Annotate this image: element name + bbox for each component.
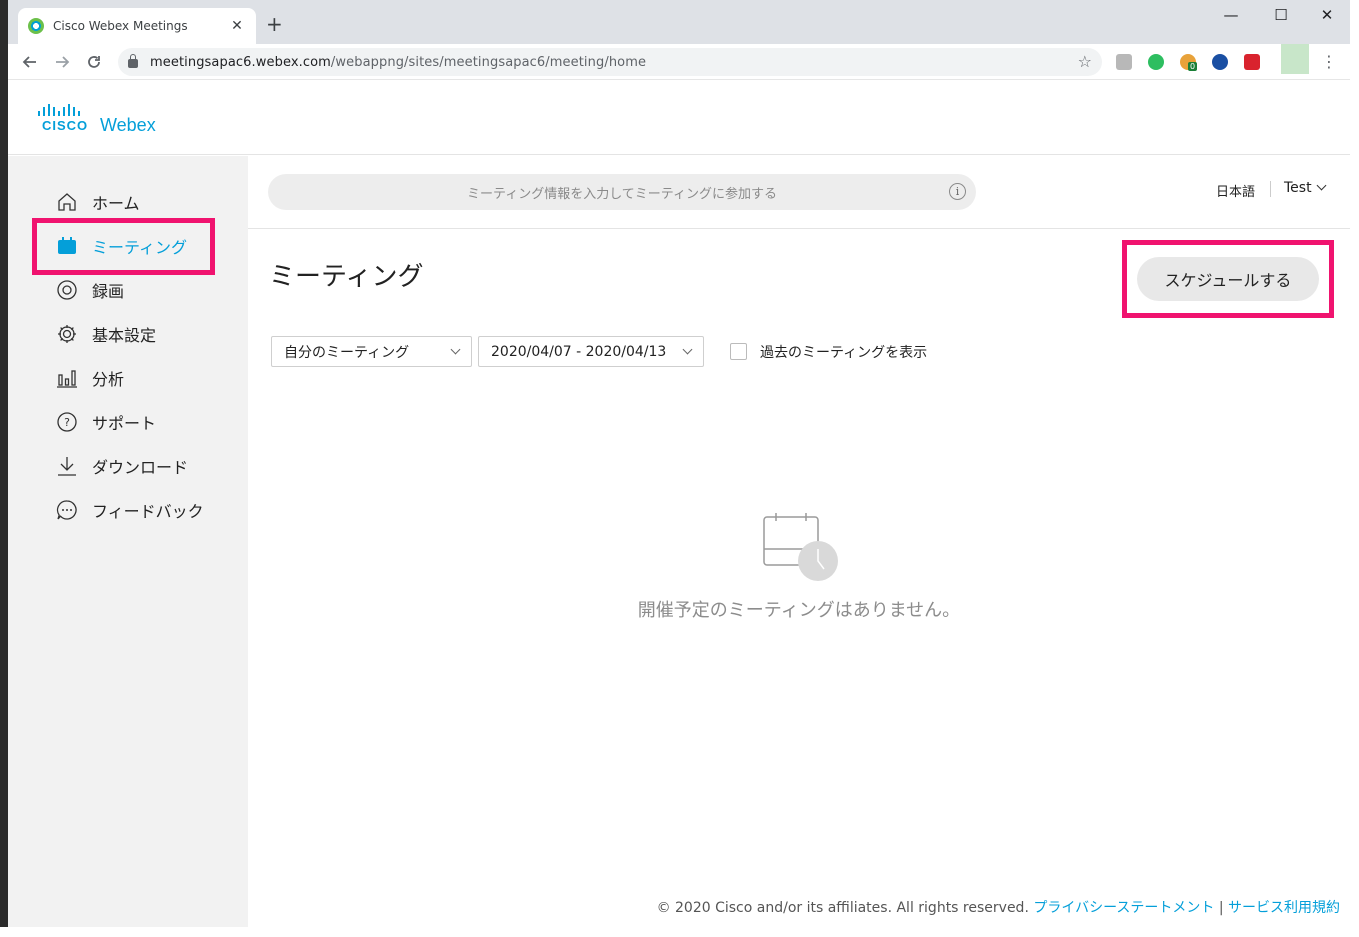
extension-badge-icon[interactable]: 0 (1180, 54, 1198, 71)
header-separator (1270, 181, 1271, 197)
sidebar-item-label: ダウンロード (92, 458, 189, 477)
sidebar-item-label: サポート (92, 414, 157, 433)
feedback-icon (56, 499, 78, 521)
footer-separator: | (1218, 900, 1224, 916)
webex-favicon-icon (28, 18, 44, 34)
cisco-logo-text: CISCO (42, 118, 89, 133)
sidebar: ホーム ミーティング 録画 基本設定 分析 ? サポート ダウンロード フィード… (8, 156, 248, 927)
browser-window: Cisco Webex Meetings ✕ + — ☐ ✕ meetingsa… (8, 0, 1350, 927)
arrow-left-icon (22, 56, 36, 68)
highlight-box-meetings (32, 218, 215, 275)
gear-icon (56, 323, 78, 345)
tab-title: Cisco Webex Meetings (53, 19, 188, 33)
svg-text:?: ? (64, 416, 70, 429)
maximize-button[interactable]: ☐ (1258, 6, 1304, 24)
browser-menu-icon[interactable]: ⋮ (1321, 52, 1337, 71)
help-icon: ? (56, 411, 78, 433)
show-past-label[interactable]: 過去のミーティングを表示 (760, 342, 927, 362)
sidebar-item-label: 録画 (92, 282, 125, 301)
date-range-value: 2020/04/07 - 2020/04/13 (491, 343, 667, 360)
sidebar-item-label: 基本設定 (92, 326, 157, 345)
webex-app: CISCO Webex ホーム ミーティング 録画 基本設定 分析 ? サポート… (8, 80, 1350, 927)
empty-state-message: 開催予定のミーティングはありません。 (637, 600, 961, 621)
close-window-button[interactable]: ✕ (1304, 6, 1350, 24)
sidebar-item-preferences[interactable]: 基本設定 (56, 319, 156, 349)
terms-link[interactable]: サービス利用規約 (1228, 900, 1340, 916)
recording-icon (56, 279, 78, 301)
sidebar-item-analytics[interactable]: 分析 (56, 363, 124, 393)
desktop-background (1350, 0, 1359, 937)
sidebar-item-label: 分析 (92, 370, 125, 389)
desktop-status-strip (0, 927, 1359, 937)
lock-icon (128, 54, 138, 68)
info-icon[interactable]: i (949, 183, 966, 200)
highlight-box-schedule: スケジュールする (1122, 240, 1334, 318)
brand-header: CISCO Webex (8, 80, 1350, 155)
url-text: meetingsapac6.webex.com/webappng/sites/m… (150, 54, 647, 70)
tab-close-icon[interactable]: ✕ (228, 18, 246, 34)
header-divider (248, 228, 1350, 229)
user-menu[interactable]: Test (1284, 180, 1327, 196)
date-range-select[interactable]: 2020/04/07 - 2020/04/13 (478, 336, 704, 367)
pdf-extension-icon[interactable] (1116, 54, 1132, 70)
user-name: Test (1284, 180, 1312, 196)
webex-logo-text: Webex (100, 115, 156, 135)
footer: © 2020 Cisco and/or its affiliates. All … (657, 897, 1340, 917)
schedule-button[interactable]: スケジュールする (1137, 257, 1319, 301)
main-content: ミーティング情報を入力してミーティングに参加する i 日本語 Test ミーティ… (248, 156, 1350, 927)
cisco-logo-icon (38, 104, 80, 116)
analytics-icon (56, 367, 78, 389)
reload-icon (88, 56, 100, 68)
language-selector[interactable]: 日本語 (1216, 181, 1255, 200)
address-bar[interactable]: meetingsapac6.webex.com/webappng/sites/m… (118, 48, 1102, 76)
meeting-owner-select[interactable]: 自分のミーティング (271, 336, 472, 367)
chevron-down-icon (682, 344, 693, 355)
profile-avatar[interactable] (1281, 44, 1309, 74)
sidebar-item-support[interactable]: ? サポート (56, 407, 156, 437)
forward-button[interactable] (51, 51, 73, 73)
sidebar-item-download[interactable]: ダウンロード (56, 451, 188, 481)
extension-badge-count: 0 (1188, 62, 1198, 71)
sidebar-item-feedback[interactable]: フィードバック (56, 495, 204, 525)
sidebar-item-recordings[interactable]: 録画 (56, 275, 124, 305)
red-extension-icon[interactable] (1244, 54, 1260, 70)
reload-button[interactable] (83, 51, 105, 73)
page-title: ミーティング (269, 262, 424, 292)
privacy-link[interactable]: プライバシーステートメント (1033, 900, 1214, 916)
chevron-down-icon (1316, 180, 1327, 191)
empty-calendar-clock-icon (763, 513, 838, 581)
chevron-down-icon (450, 344, 461, 355)
evernote-extension-icon[interactable] (1148, 54, 1164, 70)
minimize-button[interactable]: — (1208, 6, 1254, 24)
copyright-text: © 2020 Cisco and/or its affiliates. All … (656, 900, 1029, 916)
mcafee-extension-icon[interactable] (1212, 54, 1228, 70)
sidebar-item-label: フィードバック (92, 502, 204, 521)
sidebar-item-label: ホーム (92, 194, 140, 213)
arrow-right-icon (56, 56, 70, 68)
home-icon (56, 191, 78, 213)
new-tab-button[interactable]: + (266, 14, 283, 34)
tab-strip: Cisco Webex Meetings ✕ + — ☐ ✕ (8, 0, 1350, 44)
bookmark-star-icon[interactable]: ☆ (1078, 52, 1092, 71)
tab-webex[interactable]: Cisco Webex Meetings ✕ (18, 8, 256, 44)
show-past-checkbox[interactable] (730, 343, 747, 360)
join-meeting-placeholder: ミーティング情報を入力してミーティングに参加する (466, 186, 778, 202)
download-icon (56, 455, 78, 477)
sidebar-item-home[interactable]: ホーム (56, 187, 140, 217)
meeting-owner-value: 自分のミーティング (284, 344, 410, 361)
join-meeting-input[interactable]: ミーティング情報を入力してミーティングに参加する i (268, 174, 976, 210)
back-button[interactable] (19, 51, 41, 73)
browser-toolbar: meetingsapac6.webex.com/webappng/sites/m… (8, 44, 1350, 80)
